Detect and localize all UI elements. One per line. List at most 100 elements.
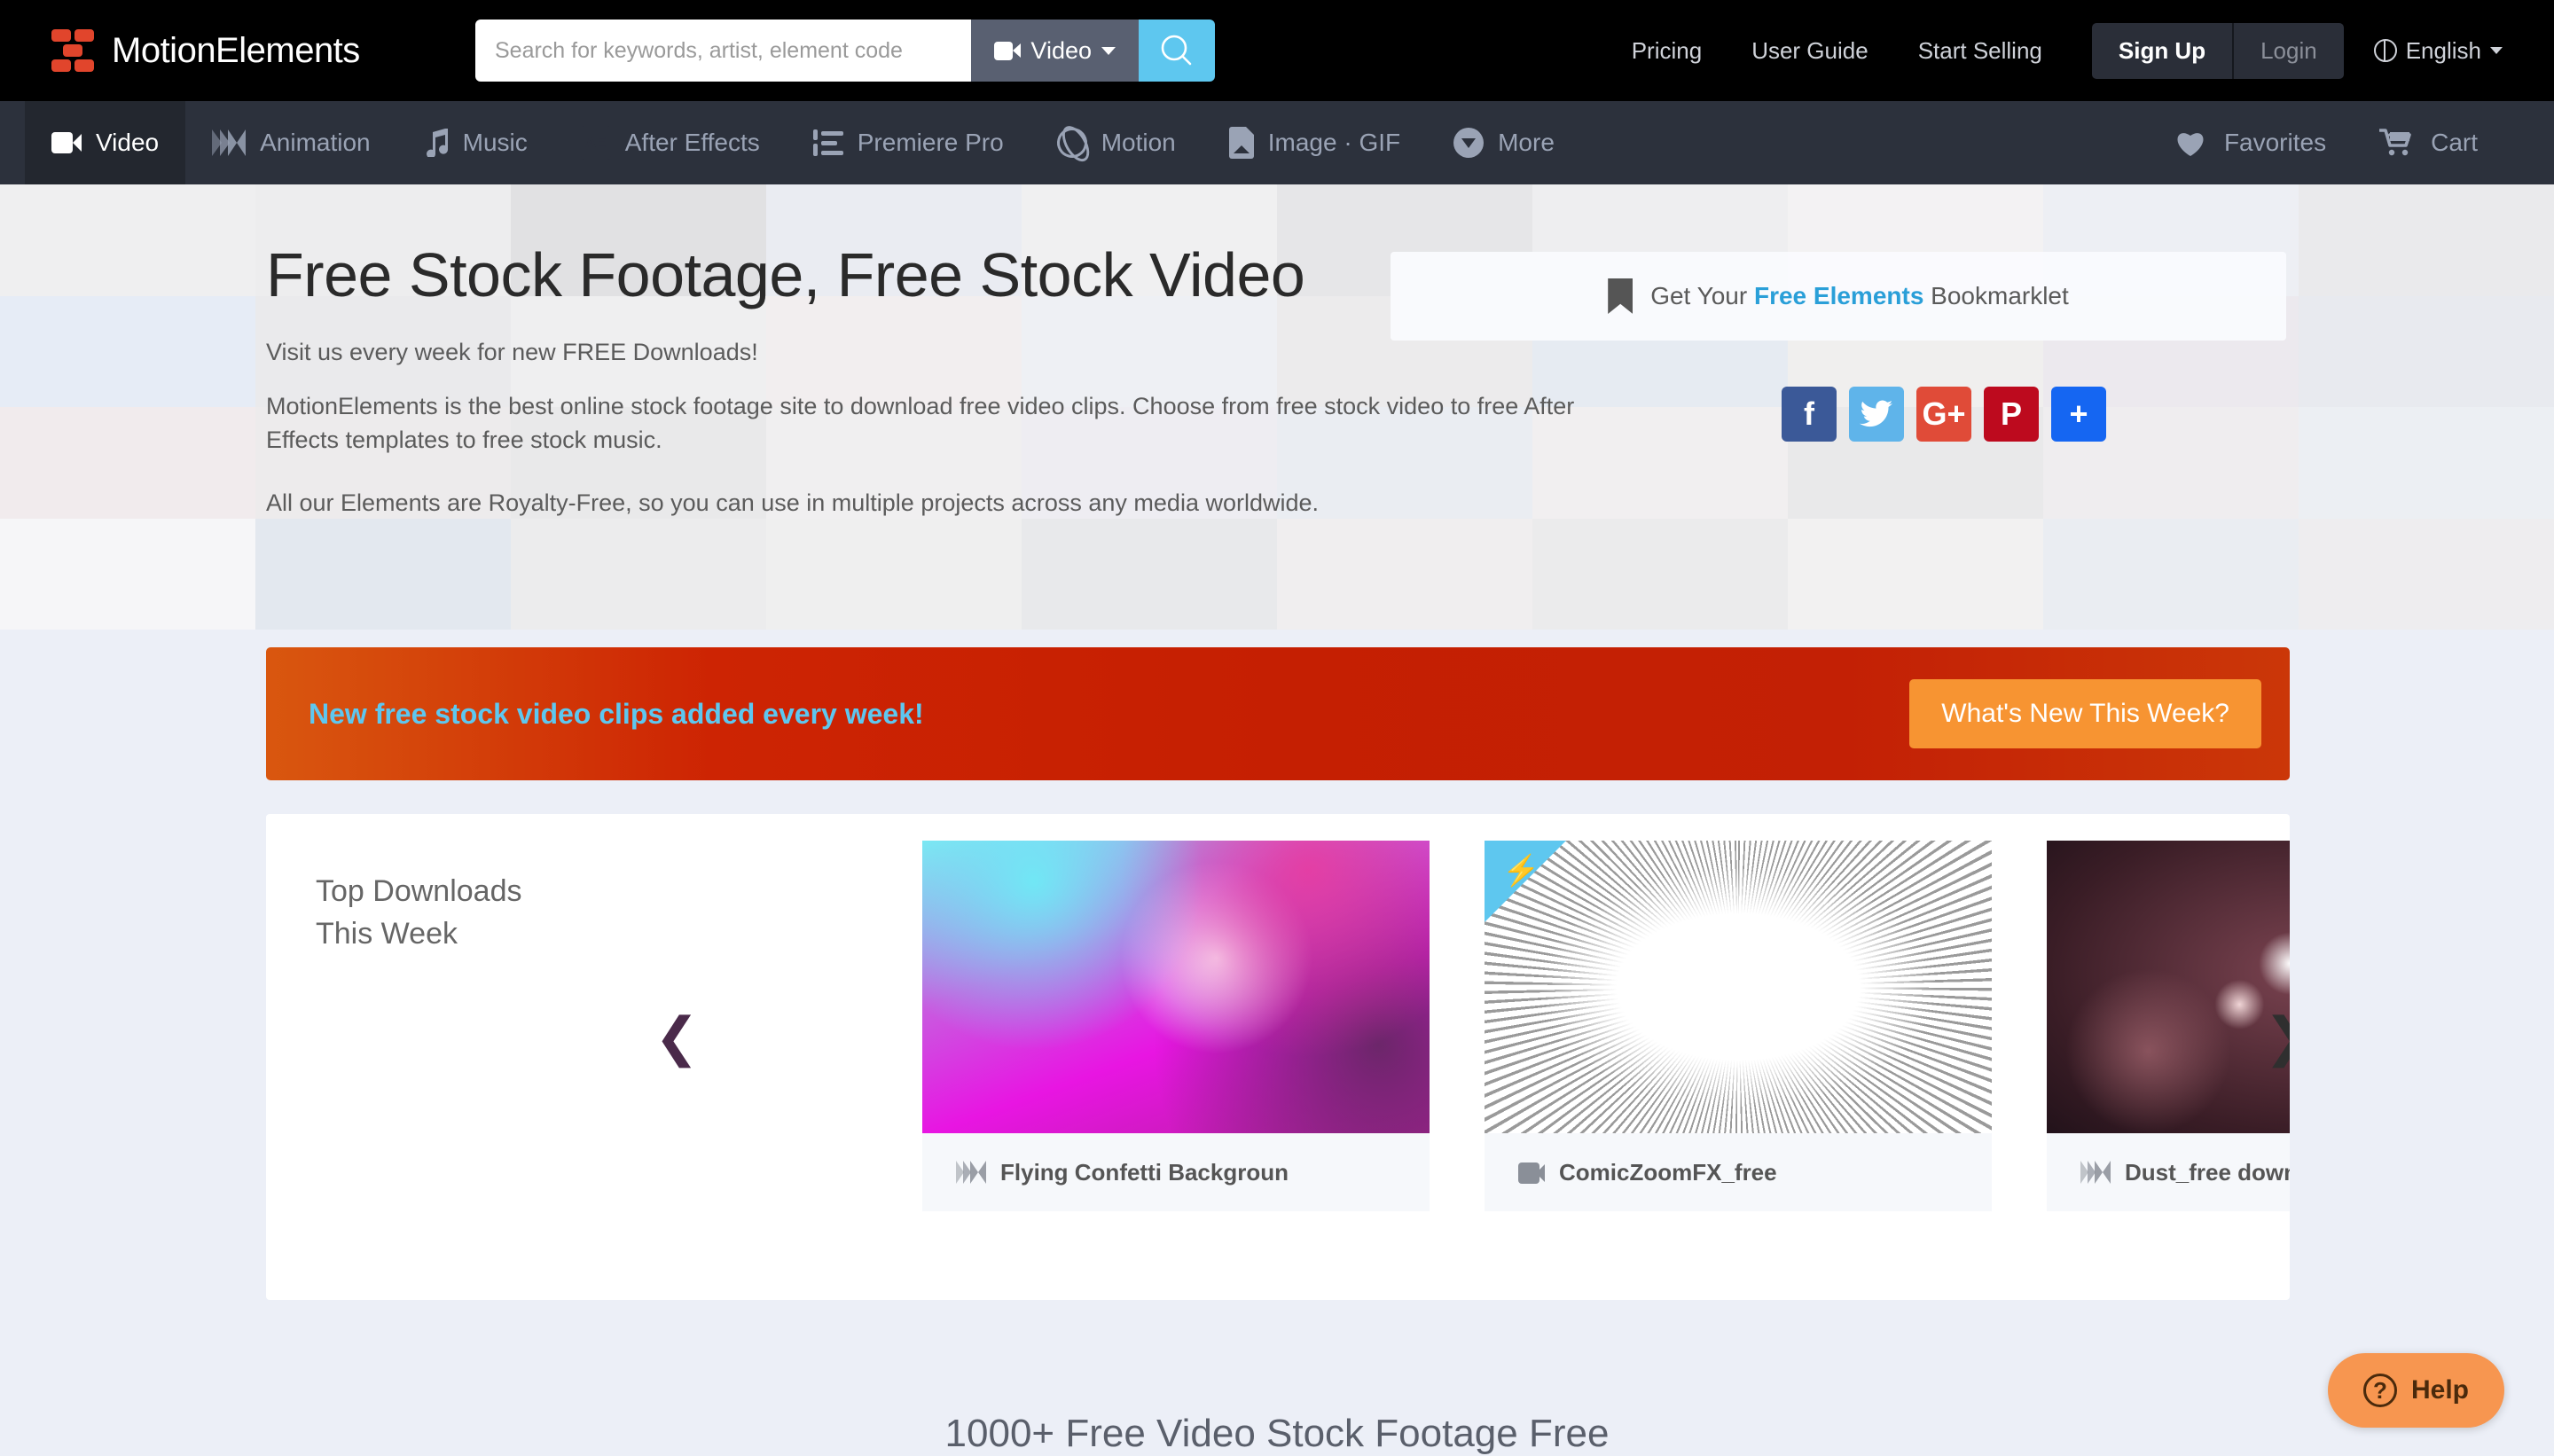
search-type-label: Video [1030, 36, 1092, 64]
nav-label-more: More [1498, 129, 1555, 156]
panel-title: Top Downloads This Week [316, 874, 522, 951]
lightning-bolt-icon: ⚡ [1502, 854, 1540, 888]
pinterest-share-button[interactable]: P [1984, 387, 2039, 442]
card-footer: ComicZoomFX_free [1485, 1133, 1992, 1211]
search-submit-button[interactable] [1139, 20, 1215, 82]
bookmarklet-prefix: Get Your [1650, 282, 1754, 309]
login-button[interactable]: Login [2232, 22, 2344, 79]
hero-paragraph-1: MotionElements is the best online stock … [266, 393, 1575, 454]
nav-item-cart[interactable]: Cart [2353, 101, 2504, 184]
video-camera-icon [994, 41, 1022, 60]
motion-icon [1051, 121, 1093, 164]
language-label: English [2405, 36, 2481, 64]
animation-icon [2080, 1161, 2111, 1184]
bookmarklet-highlight: Free Elements [1753, 282, 1924, 309]
twitter-bird-icon [1860, 400, 1892, 427]
image-file-icon [1228, 127, 1254, 159]
nav-item-favorites[interactable]: Favorites [2148, 101, 2353, 184]
nav-item-image-gif[interactable]: Image · GIF [1203, 101, 1427, 184]
search-bar[interactable]: Video [475, 20, 1215, 82]
promo-highlight: New [309, 697, 367, 730]
animation-icon [956, 1161, 986, 1184]
nav-item-music[interactable]: Music [397, 101, 554, 184]
chevron-down-circle-icon [1453, 128, 1485, 158]
card-footer: Flying Confetti Backgroun [922, 1133, 1430, 1211]
nav-label-music: Music [462, 129, 528, 156]
video-camera-icon [1518, 1162, 1545, 1184]
question-circle-icon: ? [2362, 1374, 2397, 1407]
bookmark-icon [1608, 278, 1633, 314]
top-link-pricing[interactable]: Pricing [1632, 37, 1702, 65]
card-thumbnail[interactable]: ⚡ [1485, 841, 1992, 1133]
brand-logo[interactable]: MotionElements [51, 27, 360, 74]
chevron-down-icon [2490, 47, 2503, 54]
top-nav-links: Pricing User Guide Start Selling Sign Up… [1632, 0, 2503, 101]
nav-item-after-effects[interactable]: AE After Effects [554, 101, 787, 184]
top-link-start-selling[interactable]: Start Selling [1918, 37, 2042, 65]
bookmarklet-banner[interactable]: Get Your Free Elements Bookmarklet [1391, 252, 2286, 341]
promo-message: free stock video clips added every week! [366, 697, 924, 730]
nav-item-more[interactable]: More [1427, 101, 1581, 184]
top-header-bar: MotionElements Video Pricing User Guide … [0, 0, 2554, 101]
music-note-icon [426, 129, 448, 157]
motionelements-logo-icon [51, 27, 98, 74]
carousel-prev-button[interactable]: ❮ [654, 1011, 699, 1064]
chevron-down-icon [1101, 46, 1116, 55]
globe-icon [2373, 39, 2397, 62]
bottom-section-heading: 1000+ Free Video Stock Footage Free [944, 1412, 1610, 1455]
whats-new-button[interactable]: What's New This Week? [1909, 679, 2261, 748]
search-type-dropdown[interactable]: Video [971, 20, 1139, 82]
cart-icon [2379, 129, 2411, 156]
hero-section: Free Stock Footage, Free Stock Video Vis… [0, 184, 2554, 630]
video-camera-icon [51, 132, 82, 153]
carousel-card[interactable]: Flying Confetti Backgroun [922, 841, 1430, 1211]
help-button[interactable]: ? Help [2327, 1353, 2504, 1428]
brand-name: MotionElements [112, 30, 360, 70]
nav-item-video[interactable]: Video [25, 101, 186, 184]
card-footer: Dust_free download (with [2047, 1133, 2290, 1211]
card-thumbnail[interactable] [2047, 841, 2290, 1133]
facebook-share-button[interactable]: f [1782, 387, 1837, 442]
hero-paragraph-2: All our Elements are Royalty-Free, so yo… [266, 489, 1320, 516]
hero-subtitle: Visit us every week for new FREE Downloa… [266, 339, 758, 365]
carousel-card[interactable]: ⚡ ComicZoomFX_free [1485, 841, 1992, 1211]
carousel-track: Flying Confetti Backgroun ⚡ ComicZoomFX_… [922, 841, 2290, 1211]
search-icon [1161, 35, 1192, 66]
bookmarklet-text: Get Your Free Elements Bookmarklet [1650, 282, 2069, 310]
googleplus-share-button[interactable]: G+ [1916, 387, 1971, 442]
top-link-user-guide[interactable]: User Guide [1751, 37, 1868, 65]
nav-label-animation: Animation [260, 129, 371, 156]
nav-item-premiere-pro[interactable]: Premiere Pro [787, 101, 1030, 184]
card-title: Flying Confetti Backgroun [1000, 1158, 1289, 1186]
nav-right-group: Favorites Cart [2148, 101, 2554, 184]
animation-icon [212, 129, 247, 156]
card-thumbnail[interactable] [922, 841, 1430, 1133]
help-label: Help [2410, 1375, 2469, 1405]
sign-up-button[interactable]: Sign Up [2091, 22, 2233, 79]
carousel-next-button[interactable]: ❯ [2264, 1011, 2290, 1064]
search-input[interactable] [475, 20, 972, 82]
category-nav-bar: Video Animation Music AE After Effects P… [0, 101, 2554, 184]
bookmarklet-suffix: Bookmarklet [1923, 282, 2069, 309]
auth-buttons: Sign Up Login [2091, 22, 2344, 79]
card-title: ComicZoomFX_free [1559, 1158, 1777, 1186]
social-share-buttons: f G+ P + [1782, 387, 2106, 442]
nav-label-image-gif: Image · GIF [1267, 129, 1401, 156]
nav-label-favorites: Favorites [2223, 129, 2327, 156]
language-selector[interactable]: English [2373, 36, 2503, 65]
nav-label-video: Video [96, 129, 160, 156]
top-downloads-panel: Top Downloads This Week Flying Confetti … [266, 814, 2290, 1300]
promo-banner: New free stock video clips added every w… [266, 647, 2290, 780]
nav-item-motion[interactable]: Motion [1030, 101, 1203, 184]
nav-label-cart: Cart [2431, 129, 2478, 156]
nav-item-animation[interactable]: Animation [185, 101, 397, 184]
carousel-card[interactable]: Dust_free download (with [2047, 841, 2290, 1211]
nav-label-after-effects: After Effects [624, 129, 760, 156]
nav-label-motion: Motion [1101, 129, 1176, 156]
premiere-pro-icon [812, 129, 843, 156]
more-share-button[interactable]: + [2051, 387, 2106, 442]
heart-icon [2177, 133, 2204, 156]
nav-label-premiere-pro: Premiere Pro [857, 129, 1004, 156]
twitter-share-button[interactable] [1849, 387, 1904, 442]
promo-text: New free stock video clips added every w… [309, 698, 924, 731]
